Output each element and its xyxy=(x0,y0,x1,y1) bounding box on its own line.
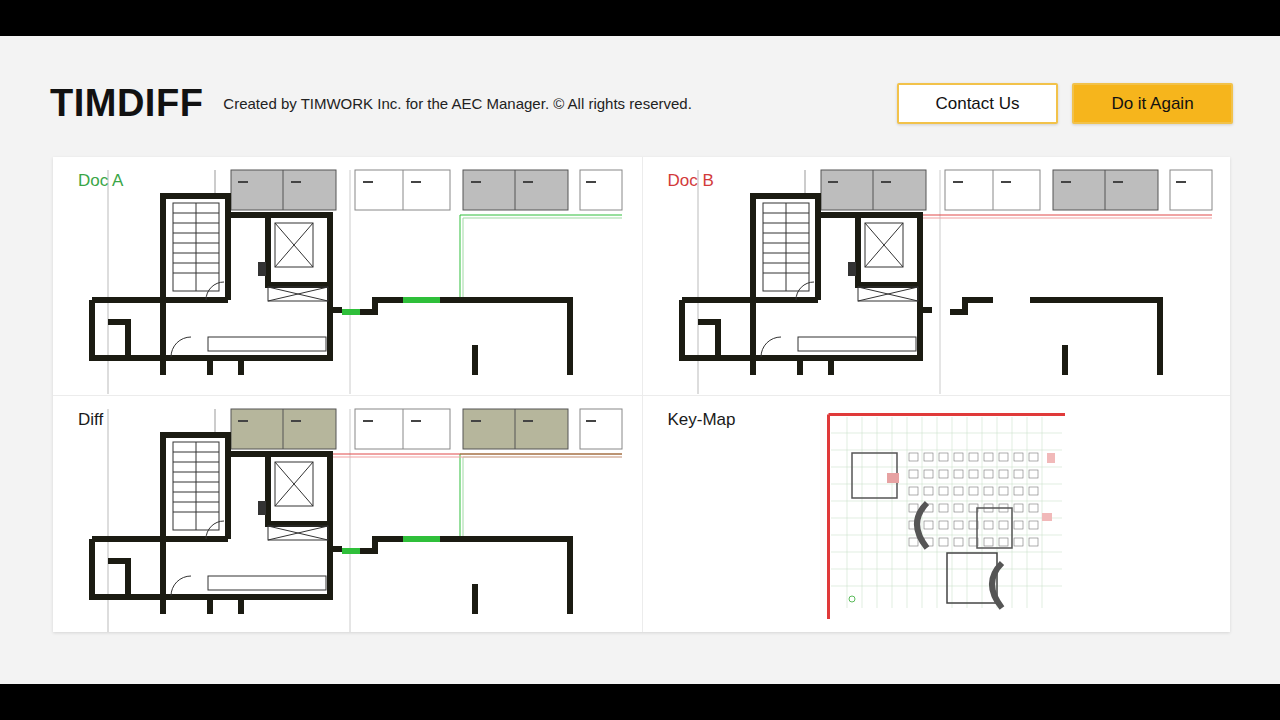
top-letterbox xyxy=(0,0,1280,36)
compare-panel: Doc A xyxy=(53,157,642,395)
panel-label: Key-Map xyxy=(668,410,736,430)
main: TIMDIFF Created by TIMWORK Inc. for the A… xyxy=(0,36,1280,684)
contact-button[interactable]: Contact Us xyxy=(897,83,1058,124)
panel-label: Doc B xyxy=(668,171,714,191)
compare-panel: Diff xyxy=(53,395,642,633)
floor-plan-drawing xyxy=(643,157,1231,394)
compare-grid: Doc A Doc B Diff Key-Map xyxy=(53,157,1230,632)
panel-label: Diff xyxy=(78,410,103,430)
compare-panel: Key-Map xyxy=(642,395,1231,633)
logo: TIMDIFF xyxy=(50,82,203,125)
bottom-letterbox xyxy=(0,684,1280,720)
compare-panel: Doc B xyxy=(642,157,1231,395)
panel-label: Doc A xyxy=(78,171,123,191)
floor-plan-drawing xyxy=(53,157,641,394)
header: TIMDIFF Created by TIMWORK Inc. for the A… xyxy=(50,82,1233,125)
page: TIMDIFF Created by TIMWORK Inc. for the A… xyxy=(0,0,1280,720)
tagline: Created by TIMWORK Inc. for the AEC Mana… xyxy=(223,95,883,112)
do-again-button[interactable]: Do it Again xyxy=(1072,83,1233,124)
floor-plan-drawing xyxy=(53,396,641,633)
key-map-drawing xyxy=(827,413,1065,619)
